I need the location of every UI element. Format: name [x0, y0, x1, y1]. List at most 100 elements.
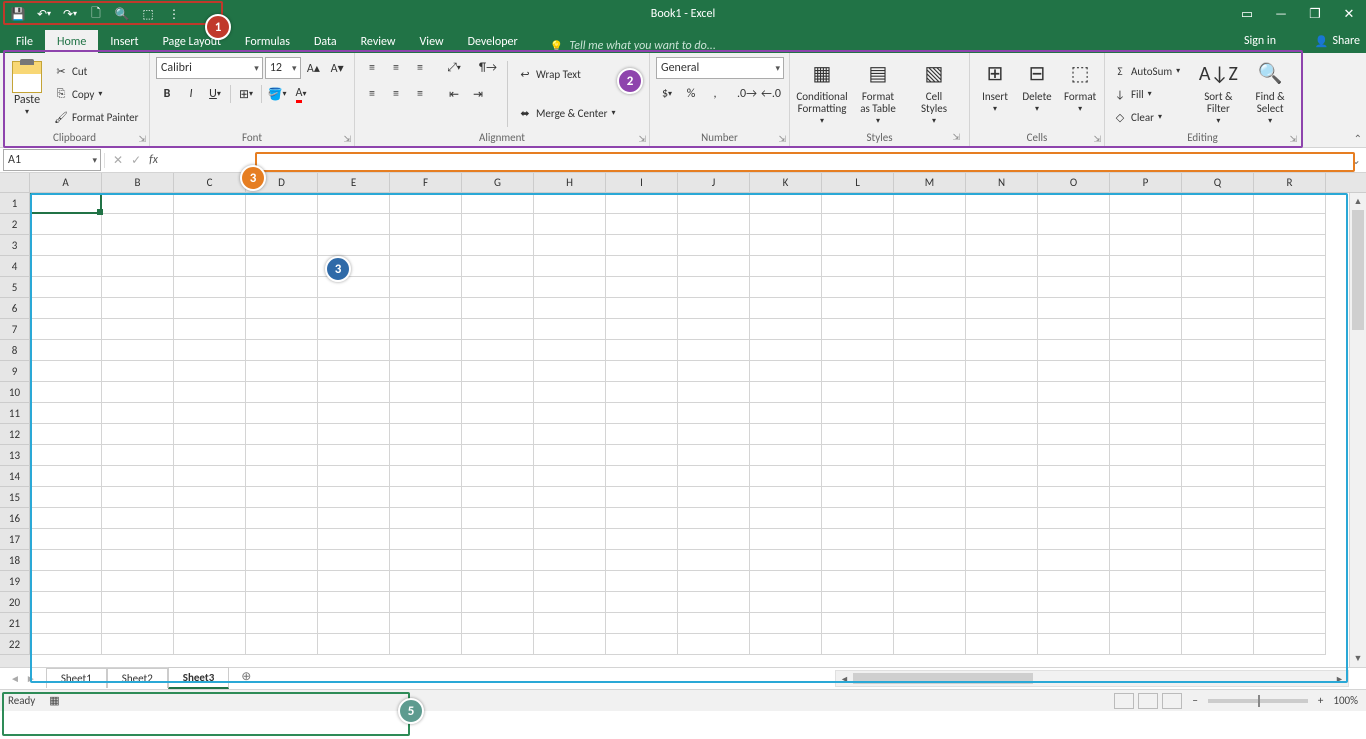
cell[interactable] [1110, 634, 1182, 655]
cell[interactable] [318, 508, 390, 529]
cell[interactable] [462, 571, 534, 592]
cell[interactable] [30, 382, 102, 403]
cell[interactable] [750, 508, 822, 529]
cell[interactable] [246, 214, 318, 235]
row-header[interactable]: 11 [0, 403, 30, 424]
macro-record-icon[interactable]: ▦ [49, 694, 59, 707]
row-header[interactable]: 16 [0, 508, 30, 529]
cell[interactable] [174, 382, 246, 403]
cell[interactable] [894, 361, 966, 382]
cell[interactable] [606, 319, 678, 340]
cell[interactable] [1038, 487, 1110, 508]
zoom-slider[interactable] [1208, 699, 1308, 703]
cell[interactable] [1182, 319, 1254, 340]
cell[interactable] [894, 424, 966, 445]
row-header[interactable]: 6 [0, 298, 30, 319]
cell[interactable] [1038, 256, 1110, 277]
cell[interactable] [30, 550, 102, 571]
formula-input[interactable] [166, 149, 1346, 171]
new-file-icon[interactable]: 🗋 [86, 4, 106, 24]
tab-data[interactable]: Data [302, 30, 349, 53]
bold-button[interactable]: B [156, 83, 178, 105]
format-painter-button[interactable]: 🖌Format Painter [52, 107, 140, 127]
maximize-button[interactable]: ❐ [1298, 0, 1332, 28]
cell[interactable] [966, 571, 1038, 592]
cell[interactable] [822, 613, 894, 634]
decrease-font-icon[interactable]: A▾ [326, 57, 348, 79]
cell[interactable] [1038, 529, 1110, 550]
minimize-button[interactable]: — [1264, 0, 1298, 28]
cell[interactable] [678, 193, 750, 214]
cell[interactable] [318, 382, 390, 403]
align-center-icon[interactable]: ≡ [385, 83, 407, 105]
cell[interactable] [750, 382, 822, 403]
cell[interactable] [390, 466, 462, 487]
row-header[interactable]: 4 [0, 256, 30, 277]
row-header[interactable]: 5 [0, 277, 30, 298]
cell[interactable] [606, 235, 678, 256]
cell[interactable] [750, 613, 822, 634]
col-header[interactable]: R [1254, 173, 1326, 192]
cell[interactable] [462, 613, 534, 634]
cell[interactable] [174, 424, 246, 445]
cell[interactable] [534, 613, 606, 634]
clear-button[interactable]: ◇Clear [1111, 107, 1191, 127]
cell[interactable] [966, 256, 1038, 277]
sheet-nav-prev-icon[interactable]: ◄ [10, 672, 20, 685]
cell[interactable] [1254, 361, 1326, 382]
qat-customize-icon[interactable]: ⋮ [164, 4, 184, 24]
cell[interactable] [534, 445, 606, 466]
cell[interactable] [1182, 256, 1254, 277]
cell[interactable] [1038, 382, 1110, 403]
cell[interactable] [750, 424, 822, 445]
cell[interactable] [534, 214, 606, 235]
cell[interactable] [246, 445, 318, 466]
cell[interactable] [750, 319, 822, 340]
cell[interactable] [30, 298, 102, 319]
cell[interactable] [606, 214, 678, 235]
cell[interactable] [462, 193, 534, 214]
insert-cells-button[interactable]: ⊞Insert▾ [976, 57, 1014, 131]
cell[interactable] [30, 571, 102, 592]
cell[interactable] [606, 529, 678, 550]
cell[interactable] [894, 445, 966, 466]
cell[interactable] [750, 340, 822, 361]
cell[interactable] [390, 487, 462, 508]
orientation-icon[interactable]: ⤢ [443, 57, 465, 79]
cell[interactable] [534, 319, 606, 340]
cell[interactable] [30, 592, 102, 613]
cell[interactable] [1254, 634, 1326, 655]
enter-formula-icon[interactable]: ✓ [131, 153, 141, 168]
cell[interactable] [462, 634, 534, 655]
cell[interactable] [30, 445, 102, 466]
cell[interactable] [30, 214, 102, 235]
cell[interactable] [102, 550, 174, 571]
cell[interactable] [822, 508, 894, 529]
row-header[interactable]: 9 [0, 361, 30, 382]
cell[interactable] [174, 340, 246, 361]
cell[interactable] [246, 361, 318, 382]
cell[interactable] [390, 235, 462, 256]
cell[interactable] [678, 403, 750, 424]
cell[interactable] [678, 340, 750, 361]
cell[interactable] [1038, 445, 1110, 466]
cell[interactable] [1110, 550, 1182, 571]
cell[interactable] [390, 508, 462, 529]
format-cells-button[interactable]: ⬚Format▾ [1060, 57, 1100, 131]
fill-button[interactable]: ↓Fill [1111, 84, 1191, 104]
cell[interactable] [1182, 424, 1254, 445]
cell[interactable] [966, 277, 1038, 298]
cell[interactable] [1254, 403, 1326, 424]
row-header[interactable]: 7 [0, 319, 30, 340]
cut-button[interactable]: ✂Cut [52, 61, 140, 81]
cell[interactable] [966, 466, 1038, 487]
cell[interactable] [1182, 403, 1254, 424]
cell[interactable] [1110, 592, 1182, 613]
cell[interactable] [606, 466, 678, 487]
cell[interactable] [318, 634, 390, 655]
cell[interactable] [30, 403, 102, 424]
cell[interactable] [606, 445, 678, 466]
row-header[interactable]: 3 [0, 235, 30, 256]
cell[interactable] [30, 508, 102, 529]
align-top-icon[interactable]: ≡ [361, 57, 383, 79]
